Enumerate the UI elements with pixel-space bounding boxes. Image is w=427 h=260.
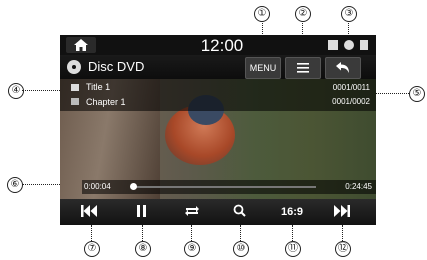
leader-line-7	[91, 225, 92, 241]
search-icon	[233, 204, 246, 217]
menu-button[interactable]: MENU	[245, 57, 281, 79]
control-bar: 16:9	[60, 199, 376, 225]
dvd-player-screen: 12:00 Disc DVD MENU Title 1 Chapter 1 00…	[60, 35, 376, 225]
pause-button[interactable]	[117, 199, 169, 225]
back-button[interactable]	[325, 57, 361, 79]
next-button[interactable]	[318, 199, 370, 225]
leader-line-9	[191, 225, 192, 241]
disc-icon	[67, 60, 81, 74]
leader-line-4	[22, 90, 60, 91]
battery-icon	[328, 40, 338, 50]
aspect-ratio-button[interactable]: 16:9	[266, 199, 318, 225]
chapter-count: 0001/0002	[332, 97, 370, 106]
source-title: Disc DVD	[88, 59, 145, 74]
previous-button[interactable]	[65, 199, 117, 225]
search-button[interactable]	[216, 199, 268, 225]
progress-track[interactable]	[129, 183, 316, 190]
callout-6: ⑥	[7, 177, 23, 193]
callout-10: ⑩	[233, 241, 249, 257]
callout-4: ④	[8, 83, 24, 99]
film-icon	[71, 98, 79, 105]
folder-icon	[71, 84, 79, 91]
signal-icon	[344, 40, 354, 50]
elapsed-time: 0:00:04	[84, 182, 111, 191]
home-icon	[74, 39, 88, 51]
leader-line-8	[142, 225, 143, 241]
previous-icon	[81, 205, 97, 217]
clock: 12:00	[200, 36, 244, 55]
next-icon	[334, 205, 350, 217]
title-label: Title 1	[86, 82, 111, 92]
back-icon	[336, 62, 349, 73]
info-panel: Title 1 Chapter 1 0001/0011 0001/0002	[60, 79, 376, 111]
status-bar: 12:00	[60, 35, 376, 55]
callout-8: ⑧	[135, 241, 151, 257]
chapter-label: Chapter 1	[86, 97, 126, 107]
callout-3: ③	[341, 6, 357, 22]
pause-icon	[137, 205, 146, 217]
home-button[interactable]	[66, 37, 96, 53]
progress-knob[interactable]	[129, 183, 137, 190]
callout-1: ①	[254, 6, 270, 22]
list-icon	[297, 63, 309, 73]
total-duration: 0:24:45	[345, 182, 372, 191]
callout-2: ②	[295, 6, 311, 22]
leader-line-11	[292, 225, 293, 241]
callout-11: ⑪	[285, 241, 301, 257]
progress-bar[interactable]: 0:00:04 0:24:45	[82, 180, 376, 194]
callout-5: ⑤	[409, 86, 425, 102]
repeat-button[interactable]	[167, 199, 219, 225]
title-count: 0001/0011	[332, 83, 370, 92]
callout-9: ⑨	[184, 241, 200, 257]
leader-line-12	[342, 225, 343, 241]
title-bar: Disc DVD MENU	[60, 55, 376, 79]
leader-line-5	[376, 93, 409, 94]
callout-7: ⑦	[84, 241, 100, 257]
network-icon	[360, 40, 368, 50]
repeat-icon	[185, 206, 199, 216]
status-icons	[328, 38, 372, 52]
list-button[interactable]	[285, 57, 321, 79]
callout-12: ⑫	[335, 241, 351, 257]
leader-line-10	[240, 225, 241, 241]
